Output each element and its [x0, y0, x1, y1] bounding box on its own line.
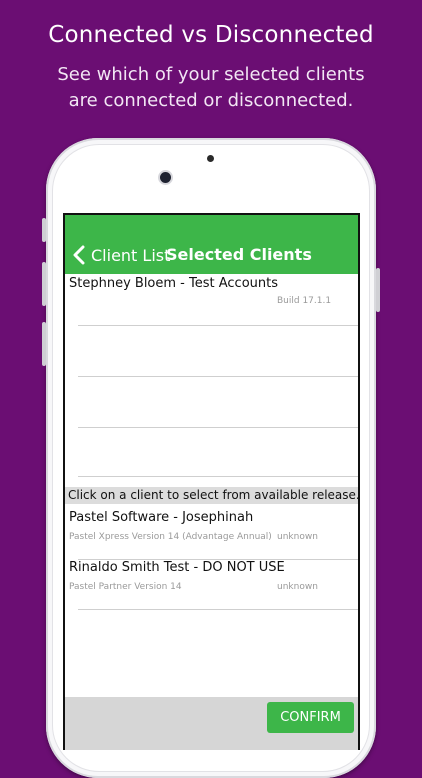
phone-camera — [160, 172, 171, 183]
chevron-left-icon — [73, 245, 85, 265]
promo-subtitle-line1: See which of your selected clients — [57, 64, 365, 85]
back-button-label: Client List — [91, 245, 171, 265]
phone-mute-switch — [42, 218, 46, 242]
navigation-bar: Client List Selected Clients — [65, 215, 358, 274]
available-client-status: unknown — [277, 532, 318, 542]
app-screen: Client List Selected Clients Stephney Bl… — [63, 213, 360, 750]
available-client-name: Rinaldo Smith Test - DO NOT USE — [69, 560, 285, 575]
available-client-row[interactable]: Rinaldo Smith Test - DO NOT USE Pastel P… — [65, 560, 358, 610]
promo-subtitle: See which of your selected clients are c… — [0, 62, 422, 114]
row-divider — [78, 476, 358, 477]
empty-row — [65, 428, 358, 476]
promo-title: Connected vs Disconnected — [48, 22, 374, 48]
bottom-toolbar: CONFIRM — [65, 697, 358, 750]
available-client-version: Pastel Xpress Version 14 (Advantage Annu… — [69, 532, 272, 542]
phone-power-button — [376, 268, 380, 312]
phone-speaker — [207, 155, 214, 162]
available-client-row[interactable]: Pastel Software - Josephinah Pastel Xpre… — [65, 507, 358, 557]
page-title: Selected Clients — [166, 245, 312, 264]
promo-subtitle-line2: are connected or disconnected. — [68, 90, 354, 111]
available-client-version: Pastel Partner Version 14 — [69, 582, 182, 592]
empty-row — [65, 377, 358, 427]
selected-client-name: Stephney Bloem - Test Accounts — [69, 276, 278, 291]
section-header: Click on a client to select from availab… — [65, 487, 358, 504]
selected-client-build: Build 17.1.1 — [277, 296, 332, 306]
selected-client-row[interactable]: Stephney Bloem - Test Accounts Build 17.… — [65, 274, 358, 326]
back-button[interactable]: Client List — [71, 241, 170, 269]
confirm-button[interactable]: CONFIRM — [267, 702, 354, 733]
empty-row — [65, 326, 358, 376]
phone-volume-up — [42, 262, 46, 306]
available-client-name: Pastel Software - Josephinah — [69, 510, 254, 525]
available-client-status: unknown — [277, 582, 318, 592]
phone-volume-down — [42, 322, 46, 366]
row-divider — [78, 609, 358, 610]
